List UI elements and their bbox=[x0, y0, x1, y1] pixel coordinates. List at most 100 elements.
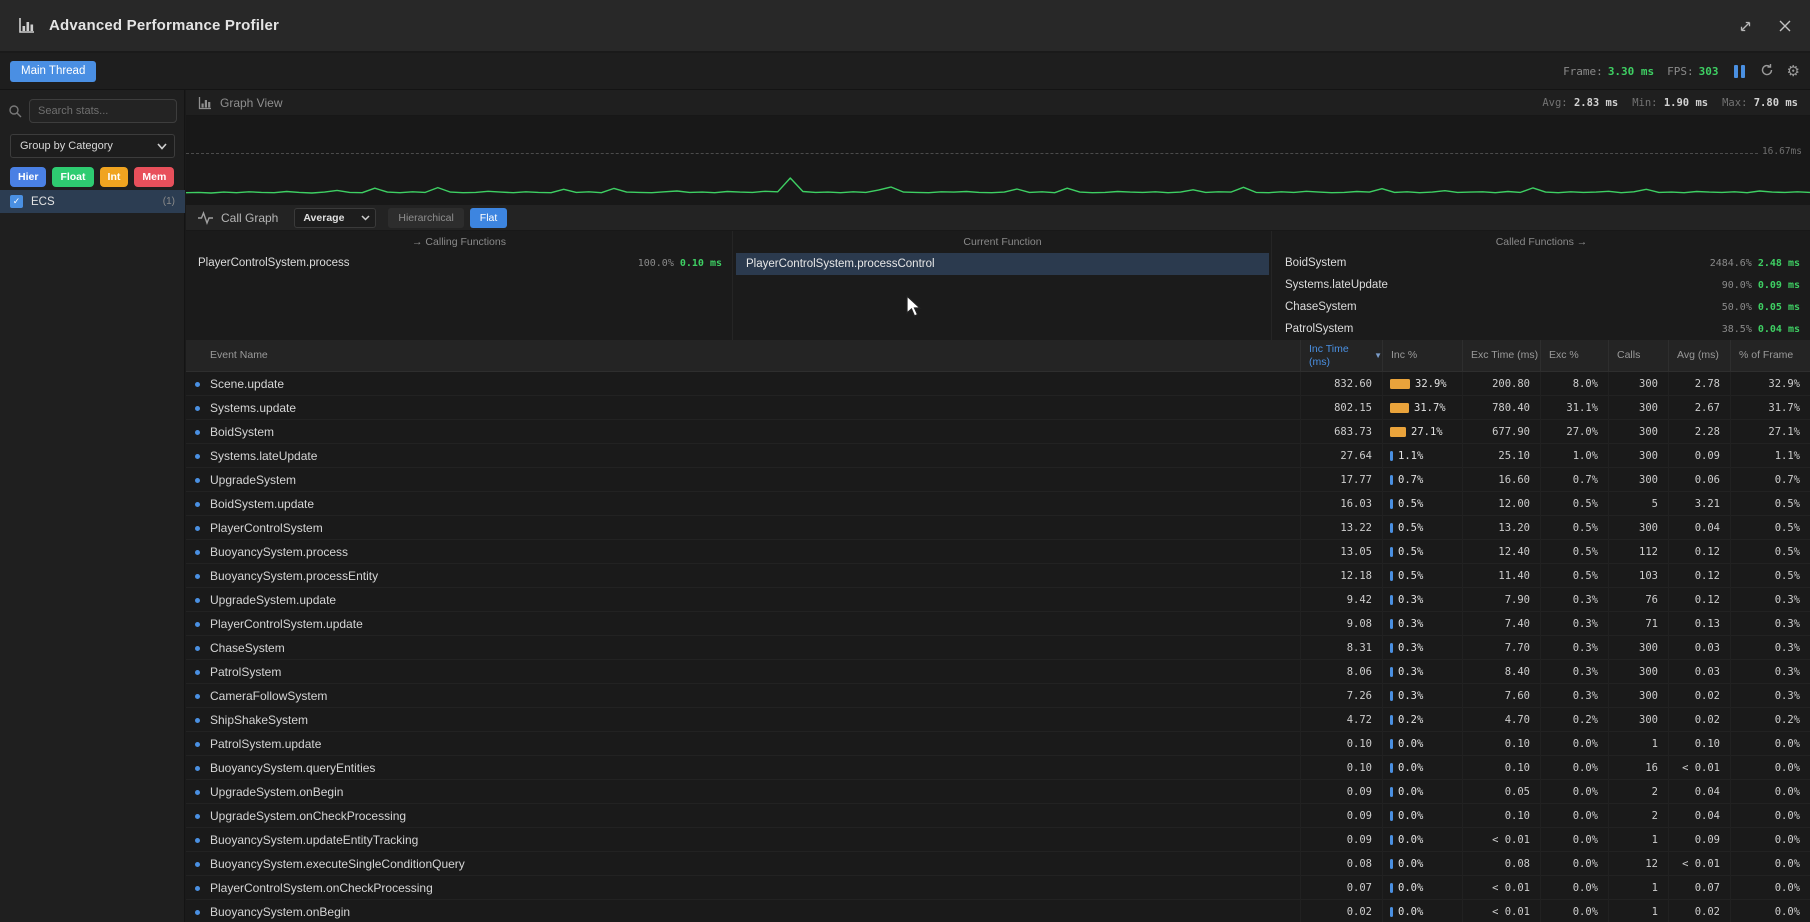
table-row[interactable]: PatrolSystem.update0.100.0%0.100.0%10.10… bbox=[186, 732, 1810, 756]
column-header-inc-time[interactable]: Inc Time (ms)▼ bbox=[1300, 340, 1382, 371]
call-graph-entry[interactable]: Systems.lateUpdate90.0%0.09 ms bbox=[1273, 274, 1810, 296]
inc-pct-bar bbox=[1390, 643, 1393, 653]
ecs-checkbox[interactable]: ✓ bbox=[10, 195, 23, 208]
table-row[interactable]: ChaseSystem8.310.3%7.700.3%3000.030.3% bbox=[186, 636, 1810, 660]
frame-pct-cell: 0.0% bbox=[1730, 804, 1810, 828]
avg-cell: < 0.01 bbox=[1668, 756, 1730, 780]
table-row[interactable]: Systems.lateUpdate27.641.1%25.101.0%3000… bbox=[186, 444, 1810, 468]
avg-cell: 0.04 bbox=[1668, 516, 1730, 540]
filter-badge-mem[interactable]: Mem bbox=[134, 167, 174, 187]
column-header-avg[interactable]: Avg (ms) bbox=[1668, 340, 1730, 371]
avg-cell: 2.28 bbox=[1668, 420, 1730, 444]
exc-pct-cell: 0.0% bbox=[1540, 876, 1608, 900]
exc-time-cell: < 0.01 bbox=[1462, 900, 1540, 922]
table-row[interactable]: Scene.update832.6032.9%200.808.0%3002.78… bbox=[186, 372, 1810, 396]
avg-cell: 0.03 bbox=[1668, 660, 1730, 684]
event-dot-icon bbox=[195, 766, 200, 771]
event-dot-icon bbox=[195, 718, 200, 723]
aggregation-select[interactable]: Average bbox=[294, 208, 376, 228]
table-row[interactable]: BoidSystem683.7327.1%677.9027.0%3002.282… bbox=[186, 420, 1810, 444]
event-name-cell: Systems.lateUpdate bbox=[186, 449, 1300, 463]
table-row[interactable]: ShipShakeSystem4.720.2%4.700.2%3000.020.… bbox=[186, 708, 1810, 732]
inc-pct-cell: 0.0% bbox=[1382, 852, 1462, 876]
hierarchical-button[interactable]: Hierarchical bbox=[388, 208, 463, 228]
table-row[interactable]: BuoyancySystem.processEntity12.180.5%11.… bbox=[186, 564, 1810, 588]
event-name-cell: PlayerControlSystem.update bbox=[186, 617, 1300, 631]
event-dot-icon bbox=[195, 910, 200, 915]
table-row[interactable]: BuoyancySystem.executeSingleConditionQue… bbox=[186, 852, 1810, 876]
calls-cell: 1 bbox=[1608, 900, 1668, 922]
min-label: Min: bbox=[1632, 97, 1657, 109]
inc-pct-bar bbox=[1390, 547, 1393, 557]
inc-time-cell: 9.08 bbox=[1300, 612, 1382, 636]
chevron-down-icon bbox=[361, 215, 370, 221]
tab-main-thread[interactable]: Main Thread bbox=[10, 61, 96, 82]
search-input[interactable] bbox=[29, 99, 177, 123]
sidebar-item-ecs[interactable]: ✓ ECS (1) bbox=[0, 190, 185, 213]
table-row[interactable]: UpgradeSystem.onCheckProcessing0.090.0%0… bbox=[186, 804, 1810, 828]
table-row[interactable]: BuoyancySystem.process13.050.5%12.400.5%… bbox=[186, 540, 1810, 564]
calls-cell: 5 bbox=[1608, 492, 1668, 516]
function-stats: 50.0%0.05 ms bbox=[1722, 302, 1800, 313]
inc-pct-bar bbox=[1390, 403, 1409, 413]
inc-time-cell: 9.42 bbox=[1300, 588, 1382, 612]
table-row[interactable]: PlayerControlSystem13.220.5%13.200.5%300… bbox=[186, 516, 1810, 540]
table-row[interactable]: UpgradeSystem.onBegin0.090.0%0.050.0%20.… bbox=[186, 780, 1810, 804]
table-row[interactable]: BuoyancySystem.updateEntityTracking0.090… bbox=[186, 828, 1810, 852]
column-header-inc-pct[interactable]: Inc % bbox=[1382, 340, 1462, 371]
call-graph-entry[interactable]: ChaseSystem50.0%0.05 ms bbox=[1273, 296, 1810, 318]
chevron-down-icon bbox=[157, 143, 167, 150]
inc-pct-bar bbox=[1390, 883, 1393, 893]
close-icon[interactable] bbox=[1776, 17, 1794, 35]
table-row[interactable]: PatrolSystem8.060.3%8.400.3%3000.030.3% bbox=[186, 660, 1810, 684]
table-row[interactable]: PlayerControlSystem.update9.080.3%7.400.… bbox=[186, 612, 1810, 636]
filter-badge-int[interactable]: Int bbox=[100, 167, 129, 187]
call-graph-entry[interactable]: PlayerControlSystem.process100.0%0.10 ms bbox=[186, 252, 732, 274]
column-header-calls[interactable]: Calls bbox=[1608, 340, 1668, 371]
filter-badge-hier[interactable]: Hier bbox=[10, 167, 46, 187]
frame-pct-cell: 0.3% bbox=[1730, 636, 1810, 660]
column-header-event-name[interactable]: Event Name bbox=[186, 340, 1300, 371]
inc-pct-cell: 0.0% bbox=[1382, 732, 1462, 756]
calls-cell: 300 bbox=[1608, 420, 1668, 444]
filter-badge-float[interactable]: Float bbox=[52, 167, 93, 187]
table-row[interactable]: BuoyancySystem.onBegin0.020.0%< 0.010.0%… bbox=[186, 900, 1810, 922]
frame-pct-cell: 0.0% bbox=[1730, 876, 1810, 900]
table-row[interactable]: PlayerControlSystem.onCheckProcessing0.0… bbox=[186, 876, 1810, 900]
avg-cell: 0.04 bbox=[1668, 804, 1730, 828]
flat-button[interactable]: Flat bbox=[470, 208, 508, 228]
calls-cell: 1 bbox=[1608, 828, 1668, 852]
table-row[interactable]: CameraFollowSystem7.260.3%7.600.3%3000.0… bbox=[186, 684, 1810, 708]
inc-pct-cell: 0.0% bbox=[1382, 756, 1462, 780]
event-name-cell: BoidSystem.update bbox=[186, 497, 1300, 511]
inc-pct-cell: 0.7% bbox=[1382, 468, 1462, 492]
inc-time-cell: 0.10 bbox=[1300, 732, 1382, 756]
event-dot-icon bbox=[195, 430, 200, 435]
table-row[interactable]: UpgradeSystem17.770.7%16.600.7%3000.060.… bbox=[186, 468, 1810, 492]
call-graph-entry[interactable]: BoidSystem2484.6%2.48 ms bbox=[1273, 252, 1810, 274]
column-header-exc-time[interactable]: Exc Time (ms) bbox=[1462, 340, 1540, 371]
frametime-graph[interactable]: 16.67ms bbox=[186, 116, 1810, 205]
call-graph-entry[interactable]: PatrolSystem38.5%0.04 ms bbox=[1273, 318, 1810, 340]
group-by-select[interactable]: Group by Category bbox=[10, 134, 175, 158]
table-row[interactable]: UpgradeSystem.update9.420.3%7.900.3%760.… bbox=[186, 588, 1810, 612]
function-stats: 38.5%0.04 ms bbox=[1722, 324, 1800, 335]
inc-time-cell: 0.09 bbox=[1300, 804, 1382, 828]
exc-time-cell: 16.60 bbox=[1462, 468, 1540, 492]
collapse-icon[interactable] bbox=[1736, 17, 1754, 35]
avg-cell: 0.09 bbox=[1668, 444, 1730, 468]
current-function-cell[interactable]: PlayerControlSystem.processControl bbox=[736, 253, 1269, 275]
gear-icon[interactable]: ⚙ bbox=[1787, 64, 1800, 79]
event-dot-icon bbox=[195, 598, 200, 603]
table-row[interactable]: Systems.update802.1531.7%780.4031.1%3002… bbox=[186, 396, 1810, 420]
sidebar: Group by Category Hier Float IntMem ✓ ECS … bbox=[0, 90, 185, 922]
refresh-icon[interactable] bbox=[1760, 63, 1774, 79]
frame-pct-cell: 1.1% bbox=[1730, 444, 1810, 468]
table-row[interactable]: BuoyancySystem.queryEntities0.100.0%0.10… bbox=[186, 756, 1810, 780]
exc-pct-cell: 0.2% bbox=[1540, 708, 1608, 732]
column-header-exc-pct[interactable]: Exc % bbox=[1540, 340, 1608, 371]
event-dot-icon bbox=[195, 622, 200, 627]
table-row[interactable]: BoidSystem.update16.030.5%12.000.5%53.21… bbox=[186, 492, 1810, 516]
pause-icon[interactable] bbox=[1732, 63, 1747, 80]
column-header-frame-pct[interactable]: % of Frame bbox=[1730, 340, 1810, 371]
